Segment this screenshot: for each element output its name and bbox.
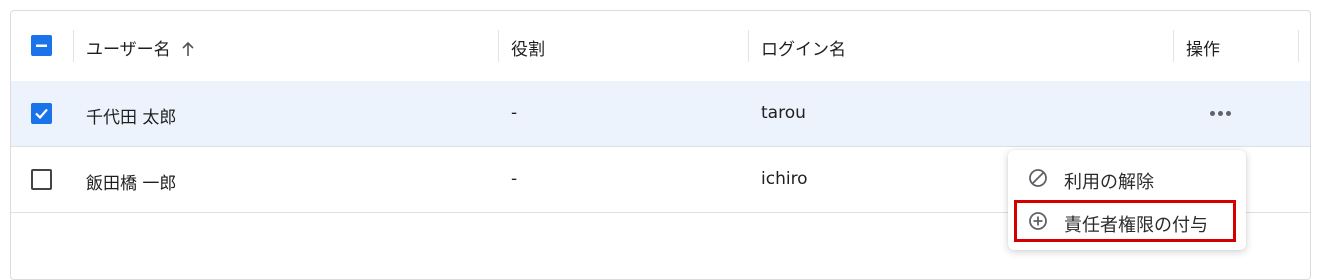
role-cell: -: [511, 169, 518, 189]
block-icon: [1028, 168, 1048, 193]
login-cell: ichiro: [761, 169, 808, 189]
username-cell: 飯田橋 一郎: [86, 174, 177, 194]
highlight-annotation: [1014, 200, 1236, 242]
row-checkbox[interactable]: [31, 103, 52, 124]
table-header: ユーザー名 役割 ログイン名 操作: [11, 11, 1310, 82]
column-divider: [73, 30, 74, 62]
column-header-actions: 操作: [1186, 40, 1220, 60]
indeterminate-icon: [36, 44, 47, 47]
column-header-login[interactable]: ログイン名: [761, 35, 846, 60]
column-header-username-label: ユーザー名: [86, 40, 171, 60]
menu-item-revoke-access[interactable]: 利用の解除: [1008, 156, 1246, 200]
table-row[interactable]: 千代田 太郎 - tarou: [11, 81, 1310, 147]
column-header-role[interactable]: 役割: [511, 35, 545, 60]
row-checkbox[interactable]: [31, 169, 52, 190]
column-divider: [748, 30, 749, 62]
select-all-checkbox[interactable]: [31, 35, 52, 56]
role-cell: -: [511, 103, 518, 123]
arrow-up-icon[interactable]: [181, 41, 195, 62]
column-divider: [1298, 30, 1299, 62]
column-divider: [1173, 30, 1174, 62]
column-divider: [498, 30, 499, 62]
column-header-username[interactable]: ユーザー名: [86, 35, 195, 62]
username-cell: 千代田 太郎: [86, 108, 177, 128]
more-actions-icon[interactable]: [1210, 111, 1232, 117]
login-cell: tarou: [761, 103, 806, 123]
check-icon: [35, 108, 48, 120]
menu-item-label: 利用の解除: [1064, 172, 1154, 193]
